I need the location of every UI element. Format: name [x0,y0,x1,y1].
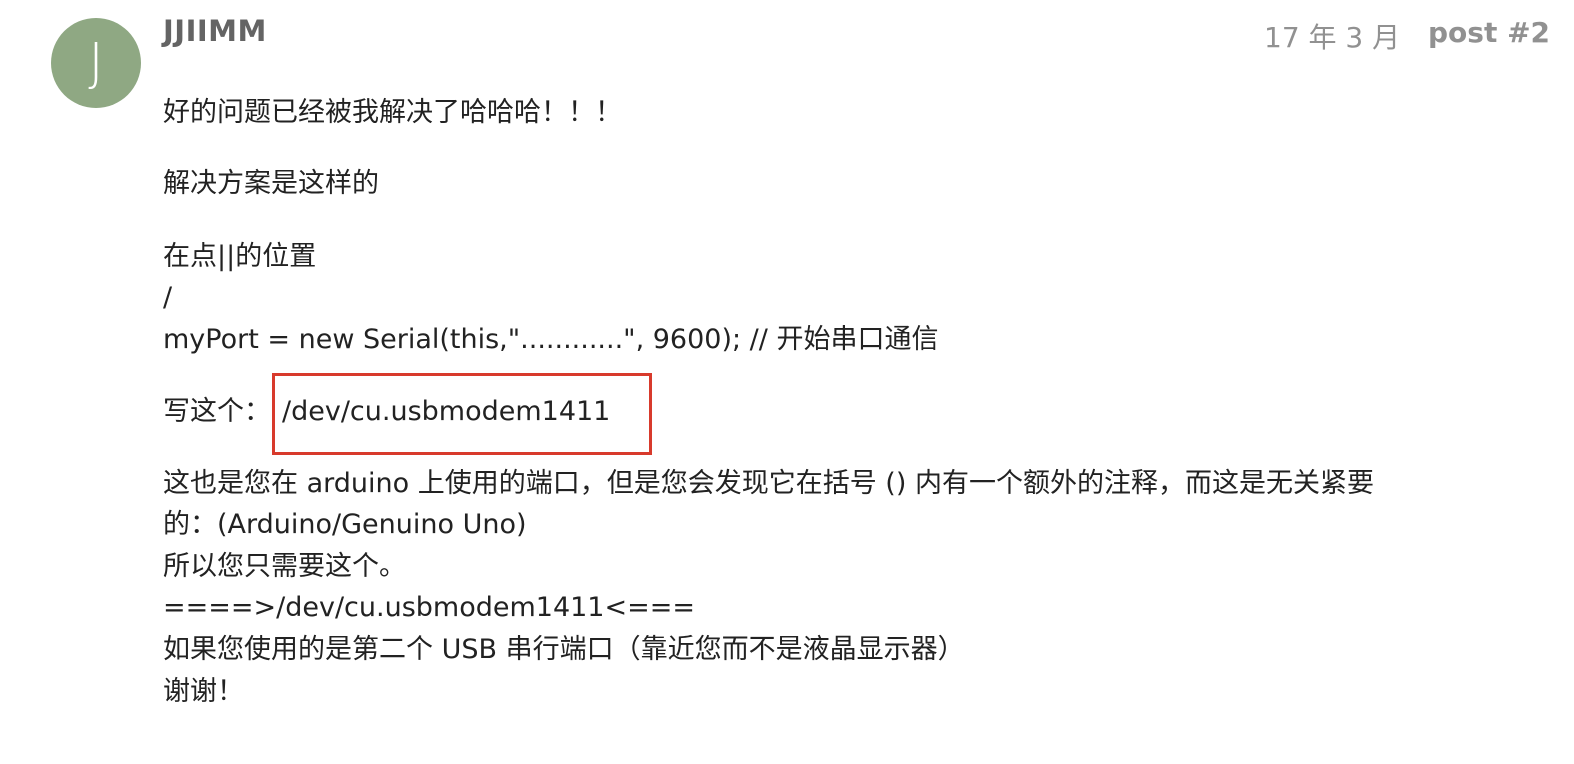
paragraph-line-1: 这也是您在 arduino 上使用的端口，但是您会发现它在括号 () 内有一个额… [163,468,1374,499]
post-code-line: myPort = new Serial(this,"............",… [163,324,939,355]
post-text-line-4: / [163,282,173,313]
post-text-line-3: 在点||的位置 [163,241,317,272]
post-date[interactable]: 17 年 3 月 [1264,16,1400,56]
paragraph-line-5: 如果您使用的是第二个 USB 串行端口（靠近您而不是液晶显示器） [163,634,965,665]
paragraph-line-6: 谢谢！ [163,676,244,707]
post-text-line-1: 好的问题已经被我解决了哈哈哈！！！ [163,97,622,128]
write-this-label: 写这个： [163,396,271,427]
forum-post: J JJIIMM 17 年 3 月 post #2 好的问题已经被我解决了哈哈哈… [0,0,1574,764]
post-username[interactable]: JJIIMM [163,14,267,48]
user-avatar[interactable]: J [51,18,141,108]
paragraph-line-3: 所以您只需要这个。 [163,551,406,582]
paragraph-line-2: 的：(Arduino/Genuino Uno) [163,509,527,540]
post-number-link[interactable]: post #2 [1428,16,1550,49]
highlighted-port-path: /dev/cu.usbmodem1411 [282,396,611,427]
paragraph-line-4: ====>/dev/cu.usbmodem1411<=== [163,592,695,623]
post-text-line-2: 解决方案是这样的 [163,168,379,199]
